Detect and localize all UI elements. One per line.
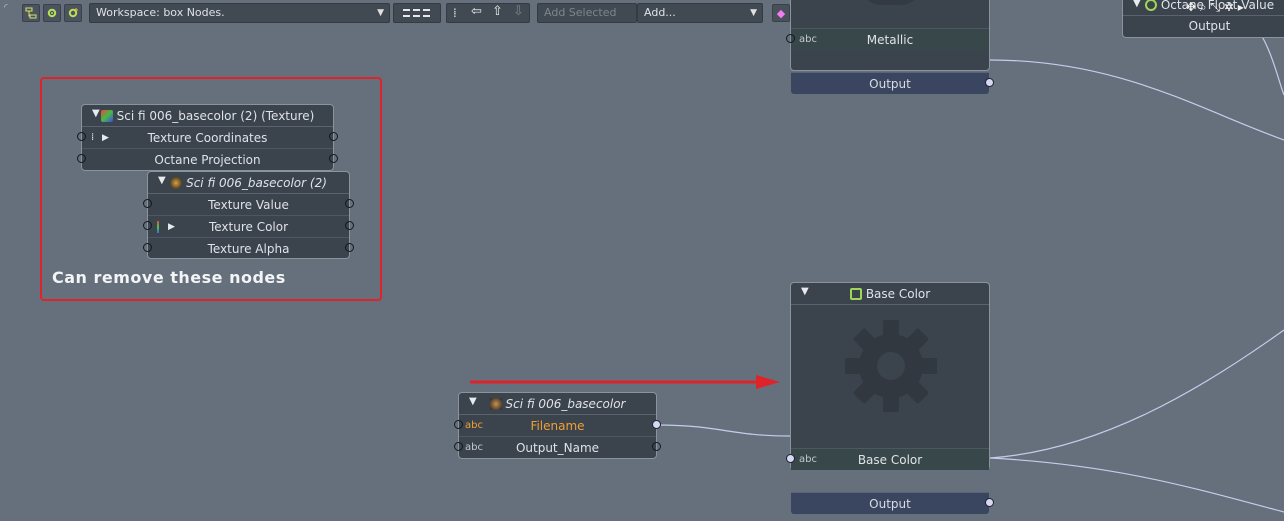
add-node-select[interactable]: Add... ▼ — [637, 3, 763, 23]
gear-icon — [849, 287, 862, 300]
node-add-gear-button[interactable] — [64, 4, 82, 22]
base-color-node-title: Base Color — [865, 286, 931, 301]
fit-icon[interactable]: ⤡ — [1210, 0, 1220, 14]
abc-type-label: abc — [799, 34, 817, 45]
pink-diamond-button[interactable]: ◆ — [772, 4, 790, 22]
image-thumbnail-icon — [489, 397, 502, 410]
wire-basecolor-output-down — [989, 457, 1284, 513]
metallic-node[interactable]: abc Metallic Output — [786, 0, 994, 94]
base-color-output-row[interactable]: Output — [791, 492, 994, 514]
metallic-output-label: Output — [869, 76, 911, 91]
chevron-down-icon: ▼ — [377, 8, 384, 18]
collapse-handle-icon[interactable]: ◜ — [4, 3, 8, 13]
output-port[interactable] — [652, 442, 661, 451]
input-port[interactable] — [454, 442, 463, 451]
toolbar: ◜ Workspace: box Nodes. ▼ ⁞ ⇦ ⇧ ⇩ Add Se… — [0, 0, 763, 26]
move-icon[interactable]: ✥ — [1186, 0, 1196, 14]
float-output-row[interactable]: Output — [1123, 16, 1284, 36]
settings-icon[interactable]: ✲ — [1224, 0, 1234, 14]
output-name-label: Output_Name — [515, 440, 600, 455]
workspace-value: Workspace: box Nodes. — [96, 6, 225, 19]
base-color-node[interactable]: ▼ Base Color abc Base Color Output — [786, 282, 994, 514]
wire-metallic-output — [989, 59, 1284, 141]
wire-basecolor-output-up — [989, 329, 1284, 459]
filename-label: Filename — [530, 418, 585, 433]
image-node-title: Sci fi 006_basecolor — [505, 396, 626, 411]
base-color-input-label: Base Color — [857, 452, 923, 467]
arrow-left-icon[interactable]: ⇦ — [471, 3, 482, 21]
abc-type-label: abc — [465, 420, 483, 431]
nav-buttons-group: ⁞ ⇦ ⇧ ⇩ — [446, 3, 530, 23]
output-port[interactable] — [652, 420, 661, 429]
annotation-callout-text: Can remove these nodes — [52, 268, 286, 287]
graph-layout-button[interactable] — [22, 4, 40, 22]
collapse-triangle-icon[interactable]: ▼ — [1133, 0, 1141, 9]
base-color-node-header[interactable]: ▼ Base Color — [791, 283, 989, 305]
layout-toggle-button[interactable] — [393, 3, 441, 23]
arrow-down-icon[interactable]: ⇩ — [513, 3, 524, 21]
filename-row[interactable]: abc Filename — [454, 415, 661, 436]
float-output-label: Output — [1188, 19, 1231, 33]
metallic-input-label: Metallic — [866, 32, 914, 47]
image-texture-node[interactable]: ▼ Sci fi 006_basecolor abc Filename abc … — [454, 392, 661, 459]
gear-icon — [47, 8, 57, 18]
chevron-down-icon: ▼ — [750, 8, 757, 18]
node-preview-gear-icon — [845, 320, 937, 412]
tree-icon[interactable]: ⁞ — [453, 4, 457, 22]
abc-type-label: abc — [799, 454, 817, 465]
collapse-triangle-icon[interactable]: ▼ — [801, 286, 809, 297]
add-node-value: Add... — [644, 6, 676, 19]
base-color-input-row[interactable]: abc Base Color — [786, 448, 989, 470]
zoom-icon[interactable]: ⌕ — [1200, 0, 1207, 14]
input-port[interactable] — [454, 420, 463, 429]
grid-layout-icon — [403, 9, 430, 17]
base-color-input-port[interactable] — [786, 454, 795, 463]
expand-icon[interactable]: ▸ — [1238, 0, 1244, 14]
diamond-icon: ◆ — [776, 6, 786, 20]
add-selected-placeholder: Add Selected — [544, 6, 617, 19]
collapse-triangle-icon[interactable]: ▼ — [469, 396, 477, 407]
annotation-arrow — [470, 375, 780, 389]
output-name-row[interactable]: abc Output_Name — [454, 436, 661, 458]
gear-icon — [1144, 0, 1157, 11]
workspace-select[interactable]: Workspace: box Nodes. ▼ — [89, 3, 390, 23]
gear-add-icon — [68, 8, 78, 18]
wire-filename-basecolor — [656, 424, 791, 437]
base-color-output-port[interactable] — [985, 498, 994, 507]
metallic-output-row[interactable]: Output — [791, 72, 994, 94]
metallic-input-row[interactable]: abc Metallic — [786, 28, 989, 50]
graph-icon — [25, 7, 37, 19]
add-selected-field[interactable]: Add Selected — [537, 3, 637, 23]
metallic-output-port[interactable] — [985, 78, 994, 87]
node-preview-gear-icon — [861, 0, 921, 5]
arrow-up-icon[interactable]: ⇧ — [492, 3, 503, 21]
node-gear-button[interactable] — [43, 4, 61, 22]
abc-type-label: abc — [465, 442, 483, 453]
viewport-tools: ✥ ⌕ ⤡ ✲ ▸ — [1186, 0, 1244, 15]
base-color-output-label: Output — [869, 496, 911, 511]
metallic-input-port[interactable] — [786, 34, 795, 43]
image-node-header[interactable]: ▼ Sci fi 006_basecolor — [459, 393, 656, 415]
